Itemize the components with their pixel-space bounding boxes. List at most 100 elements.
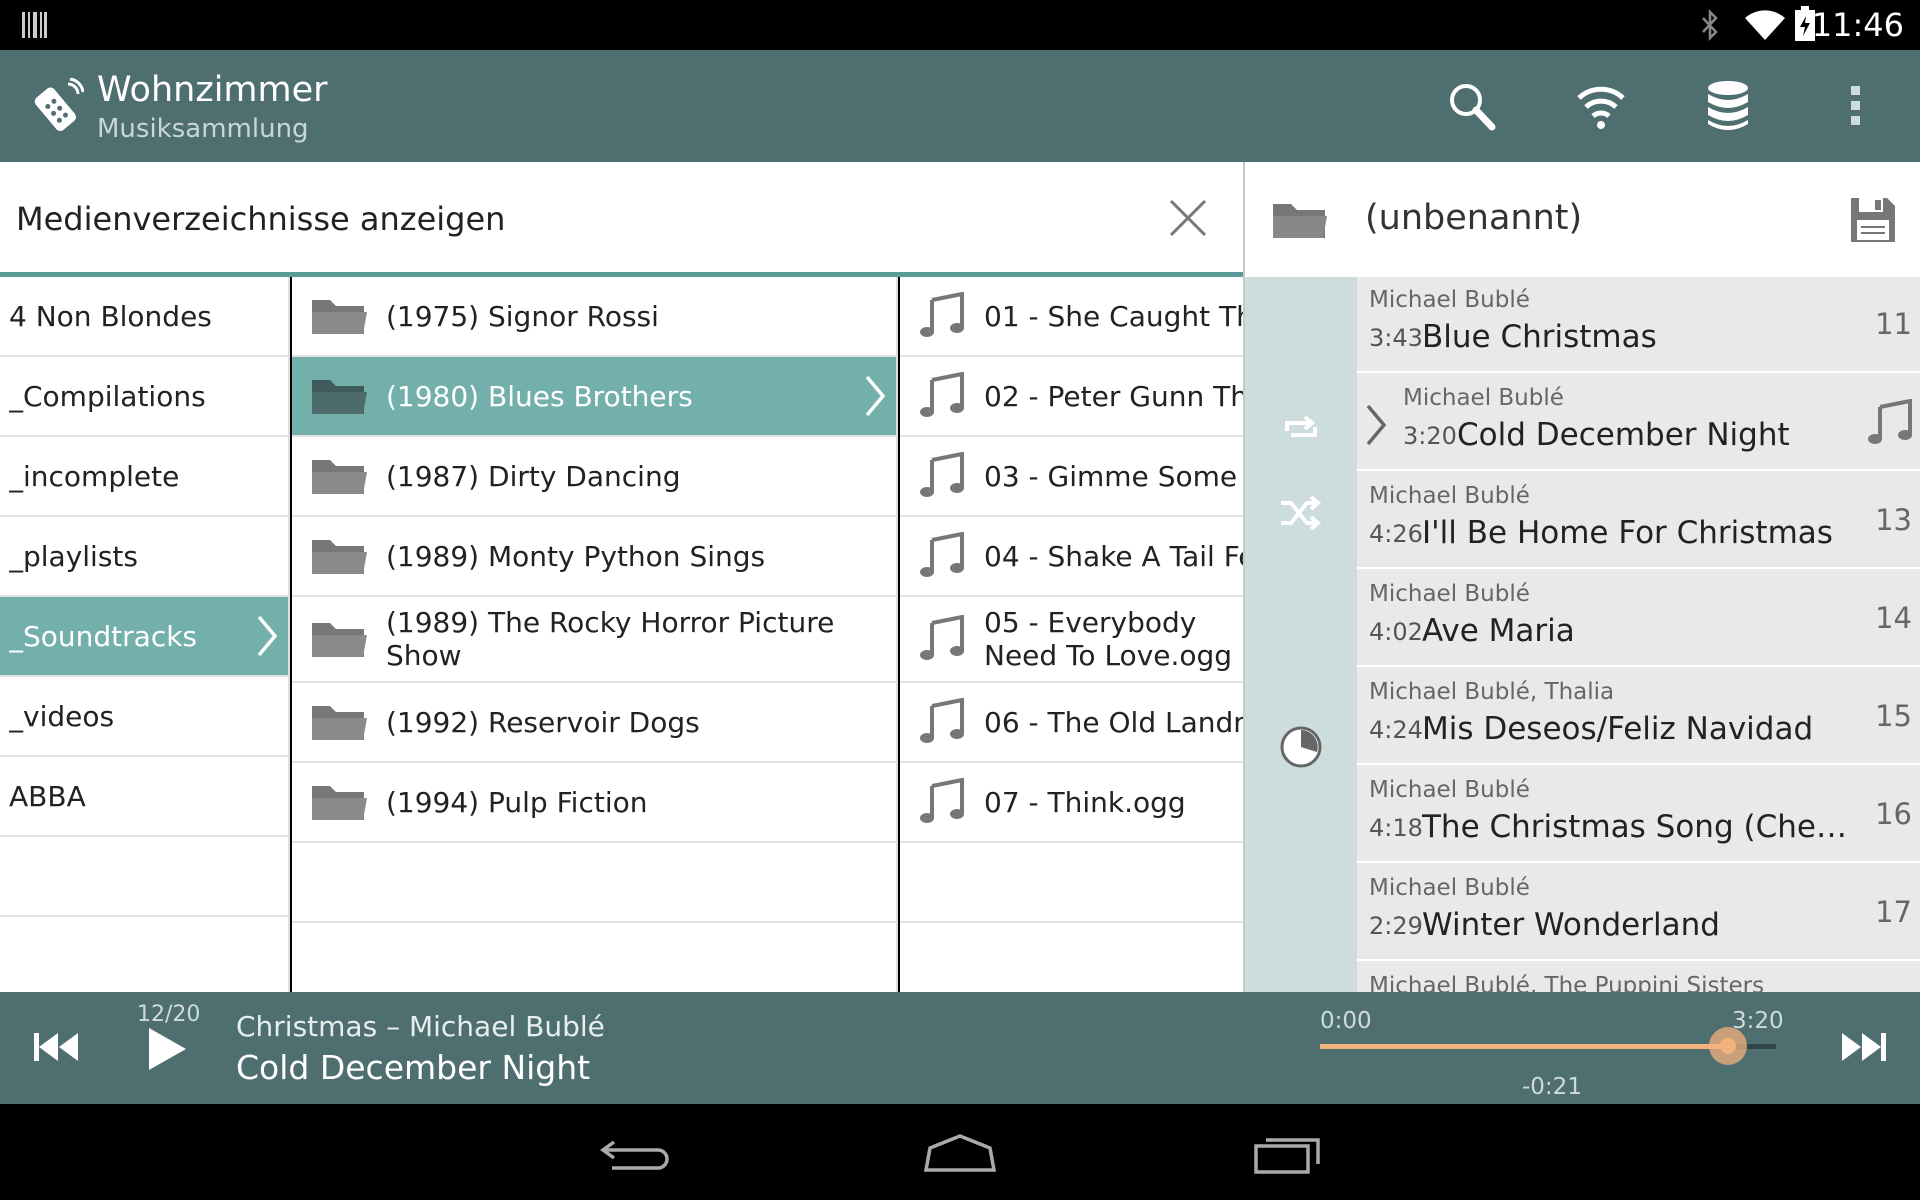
back-icon[interactable]	[600, 1134, 672, 1170]
queue-number: 17	[1875, 895, 1912, 929]
track-row[interactable]: 03 - Gimme Some L	[900, 437, 1243, 517]
queue-artist: Michael Bublé, Thalia	[1369, 679, 1615, 705]
queue-item[interactable]: Michael Bublé 4:18 The Christmas Song (Che…	[1357, 767, 1920, 863]
queue-title: Blue Christmas	[1422, 319, 1657, 355]
artist-row[interactable]: _Soundtracks	[0, 597, 288, 677]
music-note-icon	[920, 615, 964, 660]
media-folder-filter-bar: Medienverzeichnisse anzeigen	[0, 162, 1243, 277]
close-icon[interactable]	[1168, 198, 1208, 238]
save-icon[interactable]	[1849, 196, 1897, 244]
folder-icon	[312, 540, 367, 574]
track-label: 06 - The Old Landm	[984, 705, 1243, 739]
artist-row[interactable]: _incomplete	[0, 437, 288, 517]
queue-item[interactable]: Michael Bublé 3:43 Blue Christmas 11	[1357, 277, 1920, 373]
album-row[interactable]: (1989) Monty Python Sings	[292, 517, 896, 597]
seek-bar-progress	[1320, 1044, 1729, 1049]
artist-row[interactable]: 4 Non Blondes	[0, 277, 288, 357]
playlist-name[interactable]: (unbenannt)	[1365, 198, 1582, 238]
album-row[interactable]: (1980) Blues Brothers	[292, 357, 896, 437]
album-column: (1975) Signor Rossi (1980) Blues Brother…	[292, 277, 898, 992]
home-icon[interactable]	[922, 1134, 998, 1174]
play-icon[interactable]	[146, 1026, 188, 1072]
track-column: 01 - She Caught The 02 - Peter Gunn The …	[900, 277, 1243, 992]
artist-row[interactable]: ABBA	[0, 757, 288, 837]
album-row-partial	[292, 843, 896, 923]
action-bar: Wohnzimmer Musiksammlung	[0, 50, 1920, 162]
chevron-right-icon	[1366, 404, 1387, 446]
next-track-icon[interactable]	[1840, 1030, 1888, 1064]
database-icon[interactable]	[1706, 80, 1750, 130]
filter-label[interactable]: Medienverzeichnisse anzeigen	[16, 200, 505, 238]
queue-duration: 4:26	[1369, 520, 1423, 548]
seek-bar-thumb-core	[1720, 1038, 1737, 1054]
folder-icon	[312, 460, 367, 494]
artist-row[interactable]: _playlists	[0, 517, 288, 597]
queue-duration: 2:29	[1369, 912, 1423, 940]
app-title: Wohnzimmer	[97, 70, 328, 110]
album-label: (1994) Pulp Fiction	[386, 785, 648, 819]
previous-track-icon[interactable]	[32, 1030, 80, 1064]
track-row[interactable]: 05 - Everybody Need To Love.ogg	[900, 597, 1243, 683]
track-label: 05 - Everybody Need To Love.ogg	[984, 606, 1233, 672]
artist-row[interactable]: _videos	[0, 677, 288, 757]
music-note-icon	[920, 698, 964, 743]
track-label: 03 - Gimme Some L	[984, 459, 1243, 493]
artist-row-partial	[0, 837, 288, 917]
track-row[interactable]: 06 - The Old Landm	[900, 683, 1243, 763]
track-row[interactable]: 04 - Shake A Tail Fe	[900, 517, 1243, 597]
queue-number: 16	[1875, 797, 1912, 831]
album-label: (1987) Dirty Dancing	[386, 459, 681, 493]
music-note-icon	[920, 778, 964, 823]
queue-artist: Michael Bublé	[1369, 777, 1530, 803]
album-row[interactable]: (1975) Signor Rossi	[292, 277, 896, 357]
elapsed-time: 0:00	[1320, 1008, 1372, 1034]
repeat-icon[interactable]	[1281, 409, 1321, 449]
queue-item[interactable]: Michael Bublé 2:29 Winter Wonderland 17	[1357, 865, 1920, 961]
track-row[interactable]: 02 - Peter Gunn The	[900, 357, 1243, 437]
sleep-timer-icon[interactable]	[1279, 725, 1323, 769]
queue-title: The Christmas Song (Chestnu…	[1422, 809, 1852, 845]
queue-item[interactable]: Michael Bublé, Thalia 4:24 Mis Deseos/Feli…	[1357, 669, 1920, 765]
queue-item[interactable]: Michael Bublé, The Puppini Sisters	[1357, 963, 1920, 992]
artist-label: _Soundtracks	[9, 619, 198, 653]
wifi-icon[interactable]	[1576, 80, 1626, 130]
album-row[interactable]: (1989) The Rocky Horror Picture Show	[292, 597, 896, 683]
track-row[interactable]: 01 - She Caught The	[900, 277, 1243, 357]
track-label: 07 - Think.ogg	[984, 785, 1186, 819]
queue-title: I'll Be Home For Christmas	[1422, 515, 1833, 551]
now-playing-album-artist: Christmas – Michael Bublé	[236, 1010, 605, 1043]
track-label: 01 - She Caught The	[984, 299, 1243, 333]
playlist-queue: Michael Bublé 3:43 Blue Christmas 11 Michael…	[1357, 277, 1920, 992]
queue-duration: 3:20	[1403, 422, 1457, 450]
queue-number: 15	[1875, 699, 1912, 733]
artist-label: _Compilations	[9, 379, 206, 413]
chevron-right-icon	[865, 375, 886, 417]
album-row[interactable]: (1994) Pulp Fiction	[292, 763, 896, 843]
album-label: (1989) Monty Python Sings	[386, 539, 766, 573]
album-row[interactable]: (1987) Dirty Dancing	[292, 437, 896, 517]
search-icon[interactable]	[1448, 82, 1496, 132]
queue-item[interactable]: Michael Bublé 4:26 I'll Be Home For Christ…	[1357, 473, 1920, 569]
music-note-icon	[920, 532, 964, 577]
queue-duration: 3:43	[1369, 324, 1423, 352]
artist-label: _incomplete	[9, 459, 180, 493]
music-note-icon	[920, 452, 964, 497]
track-row-partial	[900, 843, 1243, 923]
folder-icon	[312, 300, 367, 334]
queue-item[interactable]: Michael Bublé 4:02 Ave Maria 14	[1357, 571, 1920, 667]
artist-row[interactable]: _Compilations	[0, 357, 288, 437]
overflow-menu-icon[interactable]	[1848, 84, 1864, 128]
music-note-icon	[920, 292, 964, 337]
shuffle-icon[interactable]	[1279, 493, 1325, 533]
now-playing-icon	[1868, 399, 1912, 444]
seek-bar-thumb[interactable]	[1709, 1027, 1748, 1065]
queue-title: Cold December Night	[1457, 417, 1790, 453]
album-row[interactable]: (1992) Reservoir Dogs	[292, 683, 896, 763]
recent-apps-icon[interactable]	[1252, 1134, 1322, 1174]
queue-item[interactable]: Michael Bublé 3:20 Cold December Night	[1357, 375, 1920, 471]
album-label: (1989) The Rocky Horror Picture Show	[386, 606, 835, 672]
player-bar: 12/20 Christmas – Michael Bublé Cold Dec…	[0, 992, 1920, 1104]
artist-label: _playlists	[9, 539, 138, 573]
track-row[interactable]: 07 - Think.ogg	[900, 763, 1243, 843]
remote-control-icon[interactable]	[28, 78, 84, 134]
